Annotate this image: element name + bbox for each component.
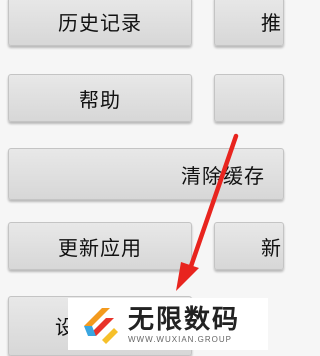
right-update-button[interactable]: 新 <box>214 222 284 270</box>
right-top-button-label: 推 <box>261 10 282 35</box>
watermark-brand-cn: 无限数码 <box>128 304 241 335</box>
history-button-label: 历史记录 <box>58 10 142 35</box>
right-top-button[interactable]: 推 <box>214 0 284 46</box>
wuxian-logo-icon <box>84 308 118 344</box>
update-app-button[interactable]: 更新应用 <box>8 222 192 270</box>
right-help-button[interactable] <box>214 74 284 122</box>
right-update-button-label: 新 <box>261 235 282 260</box>
help-button[interactable]: 帮助 <box>8 74 192 122</box>
history-button[interactable]: 历史记录 <box>8 0 192 46</box>
help-button-label: 帮助 <box>79 87 121 112</box>
watermark-banner: 无限数码 WWW.WUXIAN.GROUP <box>68 298 268 350</box>
clear-cache-button[interactable]: 清除缓存 <box>8 148 284 200</box>
update-app-button-label: 更新应用 <box>58 235 142 260</box>
watermark-brand-en: WWW.WUXIAN.GROUP <box>128 334 232 344</box>
clear-cache-button-label: 清除缓存 <box>181 163 265 188</box>
